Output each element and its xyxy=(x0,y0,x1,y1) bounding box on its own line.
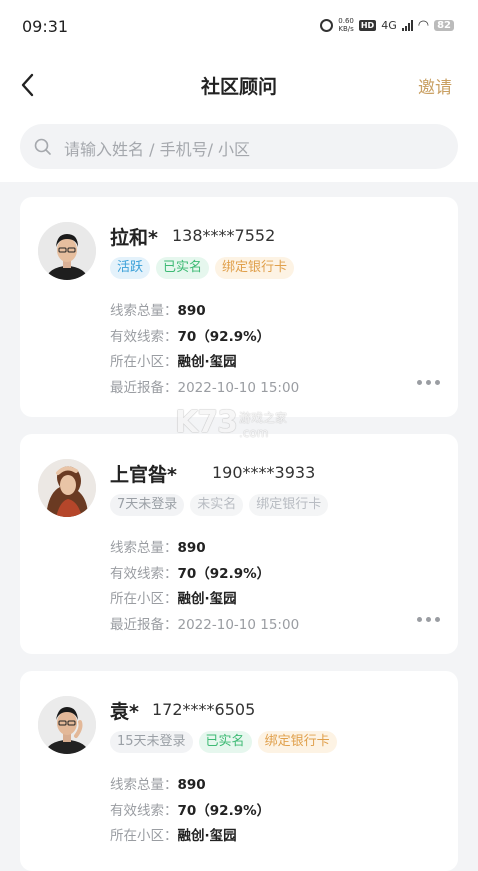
status-tag: 7天未登录 xyxy=(110,494,185,516)
avatar xyxy=(38,459,96,517)
network-speed: 0.60 KB/s xyxy=(338,17,354,33)
search-icon xyxy=(34,138,51,155)
bank-card-tag: 绑定银行卡 xyxy=(249,494,329,516)
total-leads-row: 线索总量：890 xyxy=(110,540,206,556)
valid-leads-row: 有效线索：70（92.9%） xyxy=(110,328,271,345)
bank-card-tag: 绑定银行卡 xyxy=(215,257,295,279)
more-icon[interactable] xyxy=(417,617,440,622)
total-leads-row: 线索总量：890 xyxy=(110,777,206,793)
more-icon[interactable] xyxy=(417,380,440,385)
avatar xyxy=(38,696,96,754)
network-type: 4G xyxy=(381,18,397,32)
tag-list: 7天未登录 未实名 绑定银行卡 xyxy=(110,494,329,516)
community-row: 所在小区：融创·玺园 xyxy=(110,828,237,844)
advisor-phone: 138****7552 xyxy=(172,226,276,245)
advisor-name: 拉和* xyxy=(110,227,158,249)
status-tag: 15天未登录 xyxy=(110,731,193,753)
verify-tag: 已实名 xyxy=(156,257,210,279)
advisor-card[interactable]: 上官昝* 190****3933 7天未登录 未实名 绑定银行卡 线索总量：89… xyxy=(20,434,458,654)
hd-icon: HD xyxy=(358,19,377,31)
info-rows: 线索总量：890 有效线索：70（92.9%） 所在小区：融创·玺园 最近报备：… xyxy=(110,536,299,638)
advisor-phone: 190****3933 xyxy=(212,463,316,482)
alarm-icon xyxy=(320,18,334,32)
signal-icon xyxy=(401,19,413,31)
status-time: 09:31 xyxy=(22,17,69,36)
advisor-name: 袁* xyxy=(110,701,139,723)
info-rows: 线索总量：890 有效线索：70（92.9%） 所在小区：融创·玺园 xyxy=(110,773,270,850)
total-leads-row: 线索总量：890 xyxy=(110,303,206,319)
tag-list: 活跃 已实名 绑定银行卡 xyxy=(110,257,295,279)
nav-bar: 社区顾问 邀请 xyxy=(0,56,478,114)
status-tag: 活跃 xyxy=(110,257,151,279)
advisor-card[interactable]: 袁* 172****6505 15天未登录 已实名 绑定银行卡 线索总量：890… xyxy=(20,671,458,871)
verify-tag: 已实名 xyxy=(198,731,252,753)
search-input[interactable]: 请输入姓名 / 手机号/ 小区 xyxy=(20,124,458,169)
recent-report-row: 最近报备：2022-10-10 15:00 xyxy=(110,616,300,633)
recent-report-row: 最近报备：2022-10-10 15:00 xyxy=(110,379,300,396)
advisor-name: 上官昝* xyxy=(110,464,177,486)
battery-icon: 82 xyxy=(434,19,454,31)
tag-list: 15天未登录 已实名 绑定银行卡 xyxy=(110,731,337,753)
info-rows: 线索总量：890 有效线索：70（92.9%） 所在小区：融创·玺园 最近报备：… xyxy=(110,299,299,401)
community-row: 所在小区：融创·玺园 xyxy=(110,591,237,607)
search-bar: 请输入姓名 / 手机号/ 小区 xyxy=(0,114,478,182)
valid-leads-row: 有效线索：70（92.9%） xyxy=(110,802,271,819)
avatar xyxy=(38,222,96,280)
invite-button[interactable]: 邀请 xyxy=(418,73,452,98)
advisor-card[interactable]: 拉和* 138****7552 活跃 已实名 绑定银行卡 线索总量：890 有效… xyxy=(20,197,458,417)
bank-card-tag: 绑定银行卡 xyxy=(257,731,337,753)
community-row: 所在小区：融创·玺园 xyxy=(110,354,237,370)
advisor-phone: 172****6505 xyxy=(152,700,256,719)
page-title: 社区顾问 xyxy=(200,76,277,98)
wifi-icon: ◠ xyxy=(417,17,430,33)
status-icons: 0.60 KB/s HD 4G ◠ 82 xyxy=(320,17,454,33)
search-placeholder: 请输入姓名 / 手机号/ 小区 xyxy=(64,140,251,159)
status-bar: 09:31 0.60 KB/s HD 4G ◠ 82 xyxy=(0,0,478,56)
verify-tag: 未实名 xyxy=(190,494,244,516)
valid-leads-row: 有效线索：70（92.9%） xyxy=(110,565,271,582)
